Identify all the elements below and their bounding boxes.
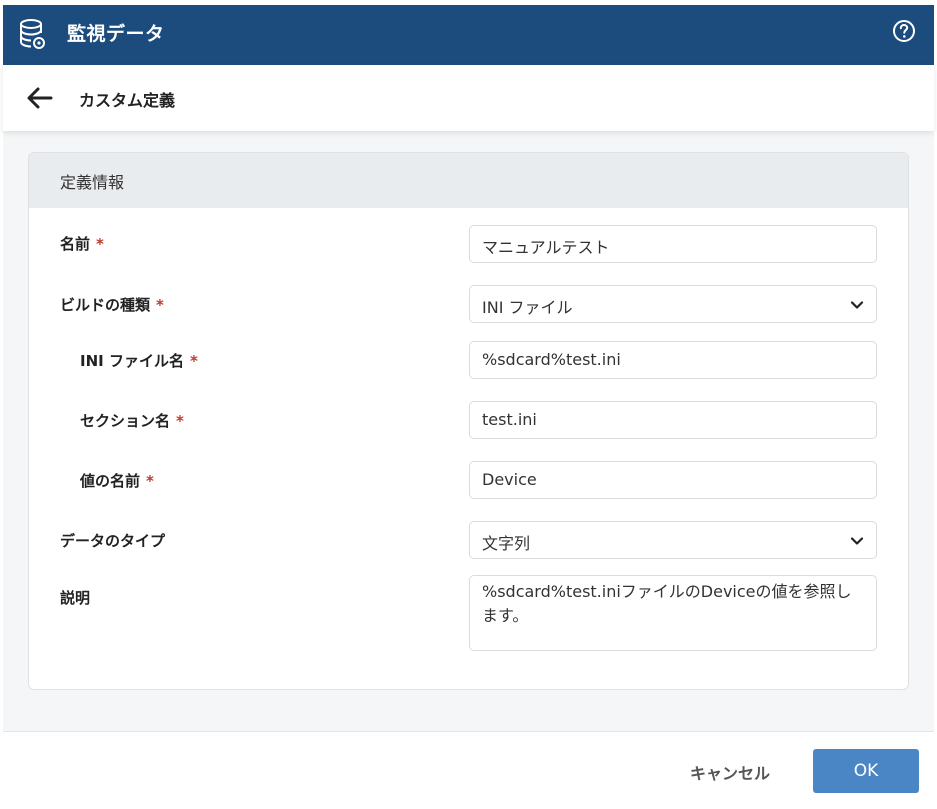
description-label-text: 説明 — [60, 589, 91, 607]
arrow-left-icon[interactable] — [26, 85, 54, 111]
ok-button[interactable]: OK — [813, 749, 919, 793]
ini-file-label-text: INI ファイル名 — [80, 352, 184, 370]
panel-header: 定義情報 — [29, 153, 908, 208]
build-type-label-text: ビルドの種類 — [60, 296, 151, 314]
chevron-down-icon — [850, 301, 864, 309]
footer-bar: キャンセル OK — [3, 731, 934, 809]
required-mark: * — [176, 412, 184, 430]
description-label: 説明 — [60, 587, 90, 608]
value-name-label-text: 値の名前 — [80, 472, 141, 490]
value-name-label: 値の名前 * — [80, 470, 154, 491]
name-value: マニュアルテスト — [482, 238, 610, 257]
data-type-value: 文字列 — [482, 534, 531, 553]
section-value: test.ini — [482, 410, 537, 429]
page-header: カスタム定義 — [3, 65, 934, 131]
name-label-text: 名前 — [60, 235, 91, 253]
section-input[interactable]: test.ini — [469, 401, 877, 439]
value-name-value: Device — [482, 470, 537, 489]
required-mark: * — [96, 235, 104, 253]
build-type-label: ビルドの種類 * — [60, 294, 164, 315]
description-value: %sdcard%test.iniファイルのDeviceの値を参照します。 — [482, 582, 852, 625]
ini-file-label: INI ファイル名 * — [80, 350, 198, 371]
required-mark: * — [189, 352, 198, 370]
ini-file-input[interactable]: %sdcard%test.ini — [469, 341, 877, 379]
value-name-input[interactable]: Device — [469, 461, 877, 499]
definition-panel: 定義情報 名前 * マニュアルテスト ビルドの種類 * INI ファイル INI フ… — [28, 152, 909, 690]
panel-title: 定義情報 — [60, 173, 125, 192]
data-type-label-text: データのタイプ — [60, 532, 166, 550]
help-circle-icon[interactable] — [892, 19, 916, 43]
data-type-label: データのタイプ — [60, 530, 165, 551]
ini-file-value: %sdcard%test.ini — [482, 350, 621, 369]
page-title: カスタム定義 — [79, 91, 176, 110]
required-mark: * — [146, 472, 154, 490]
section-label: セクション名 * — [80, 410, 184, 431]
build-type-value: INI ファイル — [482, 298, 573, 317]
name-label: 名前 * — [60, 233, 104, 254]
data-type-select[interactable]: 文字列 — [469, 521, 877, 559]
name-input[interactable]: マニュアルテスト — [469, 225, 877, 263]
cancel-button[interactable]: キャンセル — [690, 760, 770, 784]
app-title: 監視データ — [67, 23, 165, 45]
description-textarea[interactable]: %sdcard%test.iniファイルのDeviceの値を参照します。 — [469, 575, 877, 651]
required-mark: * — [156, 296, 164, 314]
database-gear-icon — [20, 19, 45, 49]
section-label-text: セクション名 — [80, 412, 171, 430]
content-area: 定義情報 名前 * マニュアルテスト ビルドの種類 * INI ファイル INI フ… — [3, 131, 934, 731]
chevron-down-icon — [850, 537, 864, 545]
build-type-select[interactable]: INI ファイル — [469, 285, 877, 323]
app-titlebar: 監視データ — [3, 5, 934, 65]
